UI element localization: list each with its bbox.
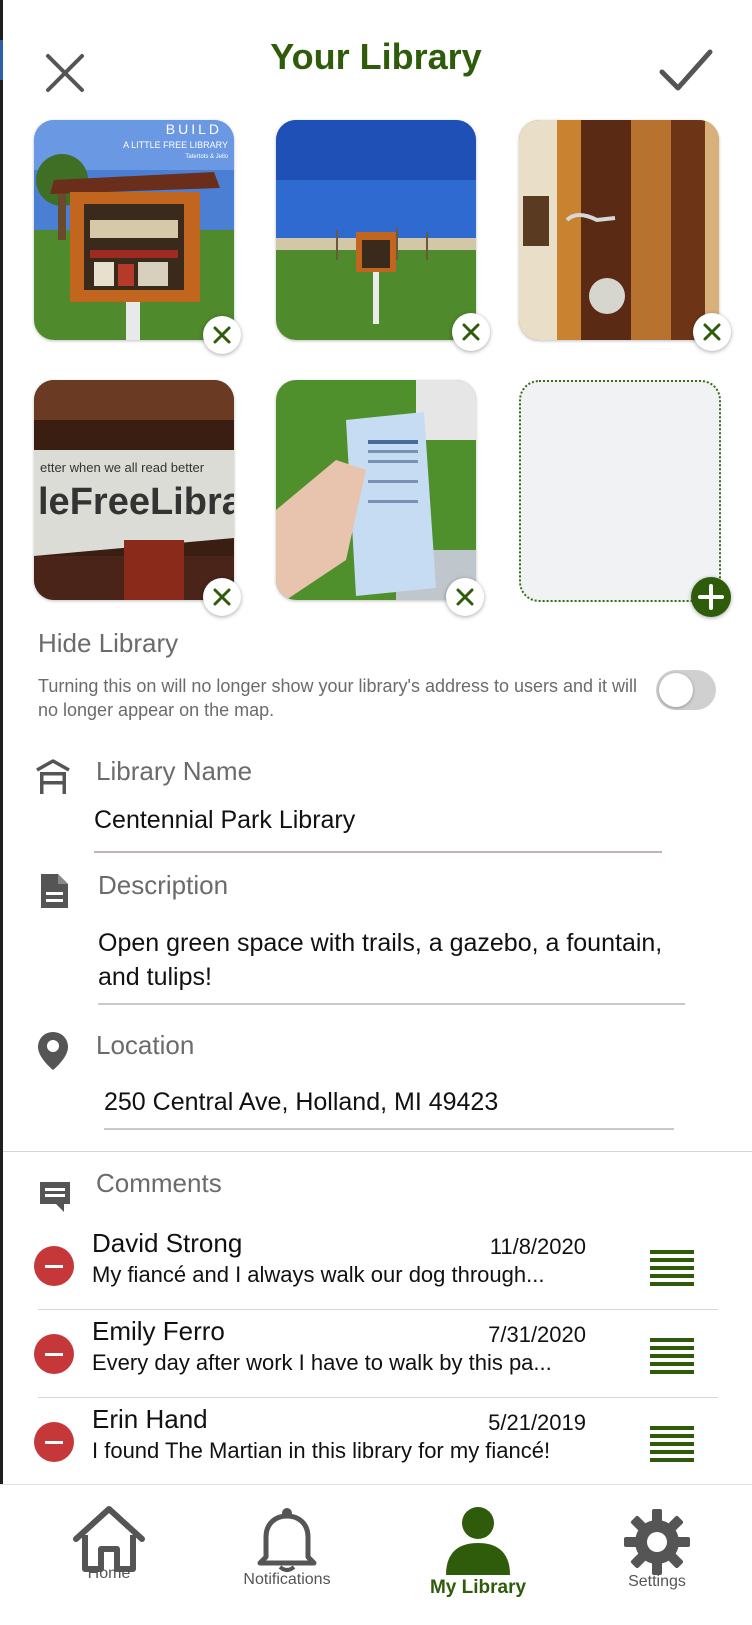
home-icon [73, 1506, 145, 1572]
nav-label: Notifications [243, 1571, 331, 1588]
comment-row: Emily Ferro 7/31/2020 Every day after wo… [0, 1314, 752, 1402]
remove-photo-2-button[interactable] [452, 313, 490, 351]
comment-date: 7/31/2020 [488, 1322, 586, 1347]
remove-photo-4-button[interactable] [203, 578, 241, 616]
person-icon [446, 1507, 510, 1575]
comment-date: 5/21/2019 [488, 1410, 586, 1435]
park-library-image [276, 120, 476, 340]
plus-icon [698, 584, 724, 610]
add-photo-slot[interactable] [519, 380, 721, 602]
comment-text: Every day after work I have to walk by t… [92, 1350, 552, 1375]
bottom-nav: Home Notifications My Library Settings [0, 1484, 752, 1625]
toggle-knob [659, 673, 693, 707]
library-photo-5[interactable] [276, 380, 476, 600]
library-photo-3[interactable] [519, 120, 719, 340]
overlay-text-subtitle: A LITTLE FREE LIBRARY [123, 140, 228, 150]
svg-text:leFreeLibrary: leFreeLibrary [38, 481, 234, 523]
close-x-icon [703, 323, 721, 341]
close-x-icon [213, 588, 231, 606]
comment-text: My fiancé and I always walk our dog thro… [92, 1262, 545, 1287]
library-sign-image: etter when we all read better leFreeLibr… [34, 380, 234, 600]
nav-my-library[interactable]: My Library [418, 1485, 538, 1625]
reorder-handle-icon[interactable] [650, 1426, 694, 1462]
gear-icon [624, 1509, 690, 1575]
delete-comment-button[interactable] [34, 1422, 74, 1462]
nav-label: My Library [429, 1577, 527, 1598]
document-icon [41, 874, 68, 908]
remove-photo-5-button[interactable] [446, 578, 484, 616]
library-photo-1[interactable]: BUILD A LITTLE FREE LIBRARY Tatertots & … [34, 120, 234, 340]
library-name-label: Library Name [96, 756, 253, 786]
remove-photo-3-button[interactable] [693, 313, 731, 351]
comment-divider [38, 1397, 718, 1398]
comment-row: David Strong 11/8/2020 My fiancé and I a… [0, 1226, 752, 1314]
save-button[interactable] [656, 44, 716, 96]
nav-home[interactable]: Home [60, 1485, 158, 1625]
close-x-icon [462, 323, 480, 341]
nav-label: Settings [628, 1573, 686, 1590]
comment-icon [40, 1182, 70, 1212]
comment-author: David Strong [92, 1228, 243, 1258]
comment-divider [38, 1309, 718, 1310]
hide-library-description: Turning this on will no longer show your… [38, 676, 638, 720]
comment-author: Emily Ferro [92, 1316, 225, 1346]
nav-label: Home [87, 1565, 131, 1582]
comment-text: I found The Martian in this library for … [92, 1438, 551, 1463]
close-x-icon [456, 588, 474, 606]
location-pin-icon [38, 1032, 68, 1070]
page-title: Your Library [270, 36, 482, 77]
library-photo-4[interactable]: etter when we all read better leFreeLibr… [34, 380, 234, 600]
delete-comment-button[interactable] [34, 1246, 74, 1286]
section-divider [3, 1151, 752, 1152]
header: Your Library [0, 0, 752, 118]
bell-icon [257, 1508, 317, 1572]
reorder-handle-icon[interactable] [650, 1338, 694, 1374]
comment-date: 11/8/2020 [489, 1234, 586, 1259]
hide-library-title: Hide Library [38, 628, 179, 658]
library-icon [36, 759, 70, 794]
library-name-input[interactable]: Centennial Park Library [94, 806, 355, 835]
description-label: Description [98, 870, 229, 900]
svg-text:etter when we all read better: etter when we all read better [40, 460, 205, 475]
remove-photo-1-button[interactable] [203, 316, 241, 354]
location-input[interactable]: 250 Central Ave, Holland, MI 49423 [104, 1088, 498, 1117]
checkmark-icon [659, 49, 713, 91]
comments-label: Comments [96, 1168, 222, 1198]
library-flyer-image [276, 380, 476, 600]
nav-settings[interactable]: Settings [612, 1485, 702, 1625]
delete-comment-button[interactable] [34, 1334, 74, 1374]
build-library-image: BUILD A LITTLE FREE LIBRARY Tatertots & … [34, 120, 234, 340]
nav-notifications[interactable]: Notifications [232, 1485, 342, 1625]
reorder-handle-icon[interactable] [650, 1250, 694, 1286]
hide-library-toggle[interactable] [656, 670, 716, 710]
description-input[interactable]: Open green space with trails, a gazebo, … [98, 926, 678, 994]
overlay-text-build: BUILD [166, 121, 222, 137]
comment-author: Erin Hand [92, 1404, 208, 1434]
add-photo-button[interactable] [691, 577, 731, 617]
description-underline [98, 1003, 685, 1005]
library-photo-2[interactable] [276, 120, 476, 340]
library-name-underline [94, 851, 662, 853]
close-x-icon [213, 326, 231, 344]
location-label: Location [96, 1030, 195, 1060]
overlay-text-credit: Tatertots & Jello [185, 154, 228, 160]
comment-row: Erin Hand 5/21/2019 I found The Martian … [0, 1402, 752, 1490]
wood-latch-image [519, 120, 719, 340]
location-underline [104, 1128, 674, 1130]
